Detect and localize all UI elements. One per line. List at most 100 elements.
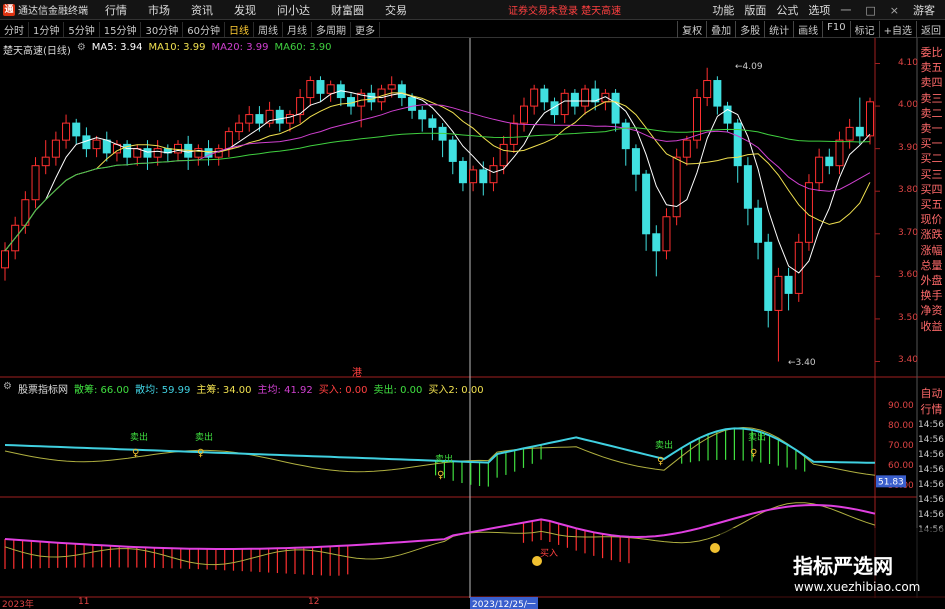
period-tab[interactable]: 15分钟 — [100, 21, 142, 37]
signal-icon: ♀ — [657, 456, 664, 467]
period-tab[interactable]: 月线 — [283, 21, 312, 37]
menu-item[interactable]: 市场 — [148, 2, 170, 18]
quote-field[interactable]: 买三 — [918, 167, 945, 182]
candle — [835, 139, 844, 167]
candle — [581, 88, 590, 107]
candle — [499, 143, 508, 167]
tool-button[interactable]: 返回 — [916, 21, 945, 38]
period-tab[interactable]: 周线 — [254, 21, 283, 37]
quote-field[interactable]: 外盘 — [918, 273, 945, 288]
gear-icon[interactable]: ⚙ — [3, 381, 12, 394]
low-marker: ←3.40 — [788, 358, 816, 368]
quote-field[interactable]: 总量 — [918, 258, 945, 273]
price-tick: 3.50 — [897, 312, 918, 323]
minimize-button[interactable]: 一 — [840, 2, 851, 18]
candle — [825, 156, 834, 167]
menu-item[interactable]: 交易 — [385, 2, 407, 18]
candle — [672, 156, 681, 218]
candle — [520, 105, 528, 124]
quote-field[interactable]: 买五 — [918, 197, 945, 212]
period-tabs: 分时 1分钟 5分钟 15分钟 30分钟 60分钟 日线 周线 月线 多周期 更多 — [0, 21, 380, 38]
period-tab[interactable]: 60分钟 — [183, 21, 225, 37]
date-label: 12 — [308, 597, 320, 607]
candle — [489, 165, 498, 184]
candle — [174, 143, 182, 154]
menu-item[interactable]: 行情 — [105, 2, 127, 18]
quote-field[interactable]: 现价 — [918, 212, 945, 227]
maximize-button[interactable]: □ — [865, 4, 875, 17]
menu-item[interactable]: 选项 — [808, 2, 830, 18]
chart-markers: ←4.09 ←3.40 港 — [352, 62, 816, 379]
indicator-label: 散均: 59.99 — [135, 385, 191, 396]
tick-time: 14:56 — [918, 420, 944, 430]
trade-notice[interactable]: 证券交易未登录 楚天高速 — [508, 2, 621, 17]
tool-button[interactable]: F10 — [822, 21, 849, 38]
candle — [92, 139, 101, 150]
quote-field[interactable]: 卖二 — [918, 106, 945, 121]
candle — [72, 122, 81, 137]
auto-quote-field[interactable]: 行情 — [918, 402, 945, 418]
period-tab[interactable]: 1分钟 — [29, 21, 65, 37]
close-button[interactable]: × — [890, 4, 899, 17]
signal-icon: ♀ — [197, 448, 204, 459]
indicator-label: 主筹: 34.00 — [196, 385, 252, 396]
menu-item[interactable]: 问小达 — [277, 2, 310, 18]
quote-field[interactable]: 涨跌 — [918, 227, 945, 242]
tick-time: 14:56 — [918, 510, 944, 520]
current-value: 51.83 — [878, 477, 904, 487]
quote-field[interactable]: 卖四 — [918, 75, 945, 90]
tool-button[interactable]: 统计 — [764, 21, 793, 38]
tool-button[interactable]: 画线 — [793, 21, 822, 38]
quote-field[interactable]: 净资 — [918, 303, 945, 318]
ma-label: MA5: 3.94 — [91, 42, 143, 53]
menu-item[interactable]: 财富圈 — [331, 2, 364, 18]
tool-button[interactable]: 标记 — [849, 21, 879, 38]
indicator-label: 买入: 0.00 — [318, 385, 368, 396]
quote-field[interactable]: 买四 — [918, 182, 945, 197]
period-tab[interactable]: 多周期 — [312, 21, 351, 37]
candle — [621, 122, 630, 150]
tick-time: 14:56 — [918, 480, 944, 490]
high-marker: ←4.09 — [735, 62, 763, 72]
quote-field[interactable]: 买二 — [918, 151, 945, 166]
menu-item[interactable]: 公式 — [776, 2, 798, 18]
candle — [245, 114, 254, 124]
kline-chart[interactable]: 90.0080.0070.0060.0050.0051.83卖出♀卖出♀卖出♀卖… — [0, 38, 945, 609]
candle — [682, 139, 691, 158]
ma-label: MA60: 3.90 — [274, 42, 332, 53]
quote-field[interactable]: 卖一 — [918, 121, 945, 136]
tool-button[interactable]: +自选 — [878, 21, 916, 38]
app-name: 通达信金融终端 — [18, 6, 88, 17]
indicator-legend: ⚙ 股票指标网 散筹: 66.00 散均: 59.99 主筹: 34.00 主均: 41.… — [3, 381, 490, 396]
tool-button[interactable]: 复权 — [677, 21, 706, 38]
tool-button[interactable]: 多股 — [735, 21, 764, 38]
quote-field[interactable]: 收益 — [918, 319, 945, 334]
candle — [387, 84, 396, 90]
menu-item[interactable]: 发现 — [234, 2, 256, 18]
period-tab[interactable]: 30分钟 — [141, 21, 184, 37]
candle — [41, 156, 50, 167]
period-tab[interactable]: 分时 — [0, 21, 29, 37]
logo-icon: 通 — [3, 3, 15, 16]
menu-item[interactable]: 功能 — [712, 2, 734, 18]
period-tab[interactable]: 更多 — [351, 21, 380, 37]
quote-field[interactable]: 买一 — [918, 136, 945, 151]
quote-field[interactable]: 卖三 — [918, 91, 945, 106]
period-tab[interactable]: 5分钟 — [64, 21, 100, 37]
quote-field[interactable]: 委比 — [918, 45, 945, 60]
menu-item[interactable]: 版面 — [744, 2, 766, 18]
period-tab[interactable]: 日线 — [225, 21, 254, 37]
candle — [560, 92, 569, 116]
quote-field[interactable]: 卖五 — [918, 60, 945, 75]
auto-quote-field[interactable]: 自动 — [918, 386, 945, 402]
tool-button[interactable]: 叠加 — [706, 21, 735, 38]
menu-item[interactable]: 资讯 — [191, 2, 213, 18]
guest-label[interactable]: 游客 — [913, 2, 935, 18]
candle — [255, 114, 264, 124]
watermark-title: 指标严选网 — [793, 554, 893, 578]
gear-icon[interactable]: ⚙ — [77, 42, 86, 55]
candle — [51, 139, 60, 158]
quote-field[interactable]: 涨幅 — [918, 243, 945, 258]
watermark-url: www.xuezhibiao.com — [794, 580, 921, 594]
quote-field[interactable]: 换手 — [918, 288, 945, 303]
